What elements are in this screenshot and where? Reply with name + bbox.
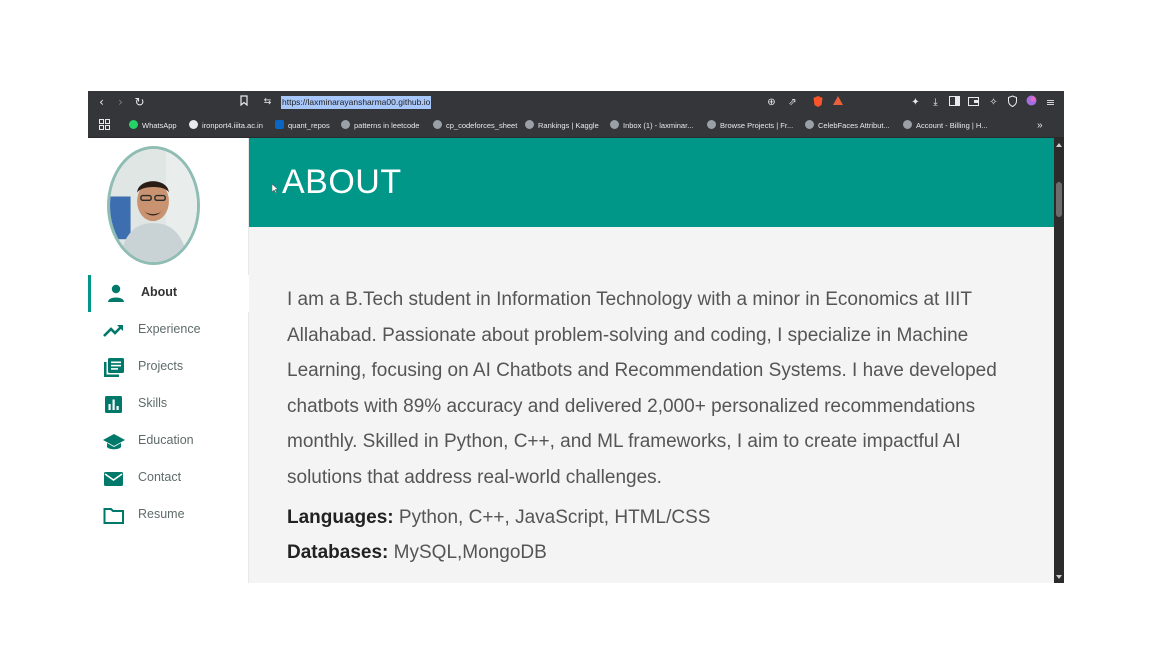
sidebar-item-projects[interactable]: Projects: [88, 349, 249, 386]
sidebar-item-label: Projects: [138, 359, 184, 373]
databases-value: MySQL,MongoDB: [388, 542, 547, 563]
globe-icon: [707, 120, 716, 129]
bookmark-item[interactable]: Inbox (1) - laxminar...: [610, 120, 693, 132]
wallet-icon[interactable]: [966, 95, 981, 110]
sidebar-item-experience[interactable]: Experience: [88, 312, 249, 349]
avatar: [107, 146, 200, 265]
sidebar-item-skills[interactable]: Skills: [88, 386, 249, 423]
languages-value: Python, C++, JavaScript, HTML/CSS: [393, 507, 711, 528]
person-icon: [108, 284, 124, 302]
trending-up-icon: [103, 325, 123, 337]
list-icon: [104, 358, 124, 377]
back-icon[interactable]: ‹: [94, 95, 109, 110]
google-icon: [189, 120, 198, 129]
page-viewport: About Experience Projects Skills Educati…: [88, 138, 1054, 583]
folder-icon: [103, 508, 124, 524]
zoom-icon[interactable]: ⊕: [764, 95, 779, 110]
whatsapp-icon: [129, 120, 138, 129]
extensions-icon[interactable]: ✦: [908, 95, 923, 110]
sidebar-item-label: Contact: [138, 470, 182, 484]
globe-icon: [433, 120, 442, 129]
vertical-scrollbar[interactable]: [1054, 138, 1064, 583]
linkedin-icon: [275, 120, 284, 129]
languages-line: Languages: Python, C++, JavaScript, HTML…: [287, 507, 710, 529]
bookmark-item[interactable]: Rankings | Kaggle: [525, 120, 599, 132]
address-bar[interactable]: https://laxminarayansharma00.github.io: [281, 96, 432, 109]
bar-chart-icon: [105, 396, 122, 413]
profile-icon[interactable]: [1024, 95, 1039, 110]
site-settings-icon[interactable]: ⇆: [260, 95, 275, 110]
sidebar-item-about[interactable]: About: [88, 275, 249, 312]
brave-shield-icon[interactable]: [810, 95, 825, 110]
share-icon[interactable]: ⇗: [785, 95, 800, 110]
bookmark-item[interactable]: Account - Billing | H...: [903, 120, 988, 132]
rewards-icon[interactable]: [830, 95, 845, 110]
globe-icon: [341, 120, 350, 129]
bookmark-item[interactable]: WhatsApp: [129, 120, 177, 132]
forward-icon[interactable]: ›: [113, 95, 128, 110]
page-title: ABOUT: [282, 163, 402, 201]
bookmark-item[interactable]: quant_repos: [275, 120, 330, 132]
sidebar-item-label: Education: [138, 433, 194, 447]
globe-icon: [903, 120, 912, 129]
scroll-down-arrow[interactable]: [1056, 575, 1062, 579]
scrollbar-thumb[interactable]: [1056, 182, 1062, 217]
databases-line: Databases: MySQL,MongoDB: [287, 542, 547, 564]
languages-label: Languages:: [287, 507, 394, 528]
apps-grid-icon[interactable]: [97, 119, 112, 134]
scroll-up-arrow[interactable]: [1056, 143, 1062, 147]
section-header: ABOUT: [249, 138, 1054, 227]
bookmark-item[interactable]: Browse Projects | Fr...: [707, 120, 793, 132]
menu-icon[interactable]: ≡: [1043, 95, 1058, 110]
sidebar-item-label: About: [141, 285, 178, 299]
browser-toolbar: ‹ › ↻ ⇆ https://laxminarayansharma00.git…: [88, 91, 1064, 114]
bookmark-item[interactable]: cp_codeforces_sheet: [433, 120, 517, 132]
bookmark-icon[interactable]: [236, 95, 251, 110]
sidebar-item-contact[interactable]: Contact: [88, 460, 249, 497]
browser-window: ‹ › ↻ ⇆ https://laxminarayansharma00.git…: [88, 91, 1064, 583]
sidebar-item-label: Resume: [138, 507, 185, 521]
sidebar-item-label: Skills: [138, 396, 168, 410]
mouse-cursor-icon: [272, 184, 278, 193]
sidebar-item-education[interactable]: Education: [88, 423, 249, 460]
about-content: I am a B.Tech student in Information Tec…: [249, 227, 1054, 583]
bookmark-item[interactable]: CelebFaces Attribut...: [805, 120, 890, 132]
bookmark-item[interactable]: ironport4.iiita.ac.in: [189, 120, 263, 132]
sidebar-toggle-icon[interactable]: [947, 95, 962, 110]
sidebar-item-resume[interactable]: Resume: [88, 497, 249, 534]
globe-icon: [525, 120, 534, 129]
reload-icon[interactable]: ↻: [132, 95, 147, 110]
bookmark-item[interactable]: patterns in leetcode: [341, 120, 419, 132]
profile-photo: [110, 149, 197, 262]
leo-ai-icon[interactable]: ✧: [986, 95, 1001, 110]
bookmarks-bar: WhatsApp ironport4.iiita.ac.in quant_rep…: [88, 114, 1064, 138]
vpn-icon[interactable]: [1005, 95, 1020, 110]
mail-icon: [104, 472, 123, 486]
databases-label: Databases:: [287, 542, 389, 563]
sidebar: About Experience Projects Skills Educati…: [88, 138, 249, 583]
about-paragraph: I am a B.Tech student in Information Tec…: [287, 289, 997, 488]
sidebar-item-label: Experience: [138, 322, 201, 336]
more-bookmarks-button[interactable]: »: [1037, 120, 1043, 132]
globe-icon: [805, 120, 814, 129]
download-icon[interactable]: ⤓: [928, 95, 943, 110]
globe-icon: [610, 120, 619, 129]
school-icon: [103, 434, 125, 450]
